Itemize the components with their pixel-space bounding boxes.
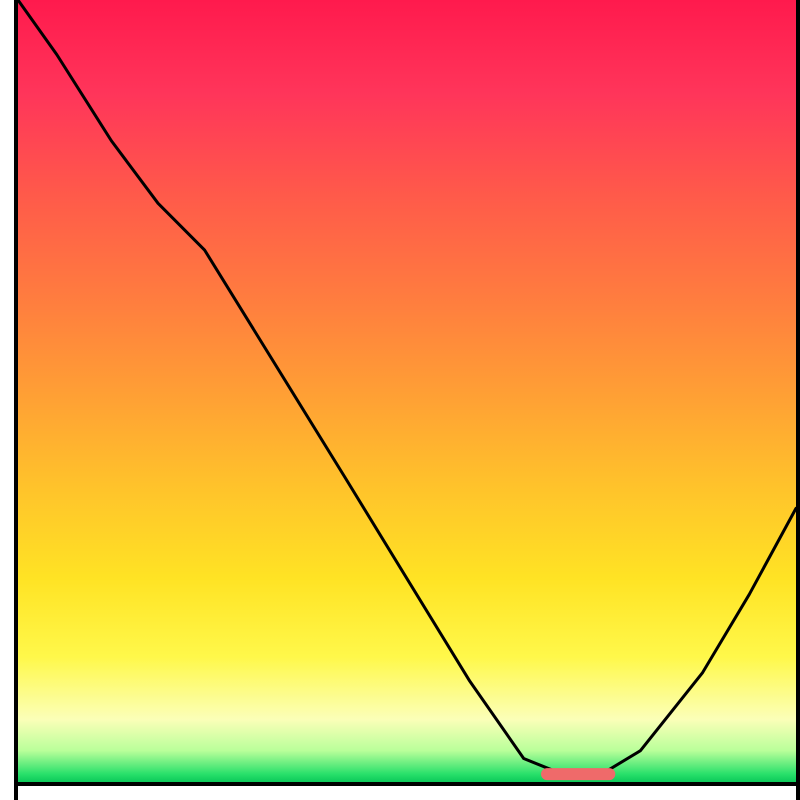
- chart-stage: TheBottleneck.com: [0, 0, 800, 800]
- bottleneck-curve-path: [18, 0, 796, 774]
- right-axis-line: [796, 0, 800, 800]
- plot-area: [18, 0, 796, 782]
- x-axis-line: [14, 782, 800, 786]
- curve-svg: [18, 0, 796, 782]
